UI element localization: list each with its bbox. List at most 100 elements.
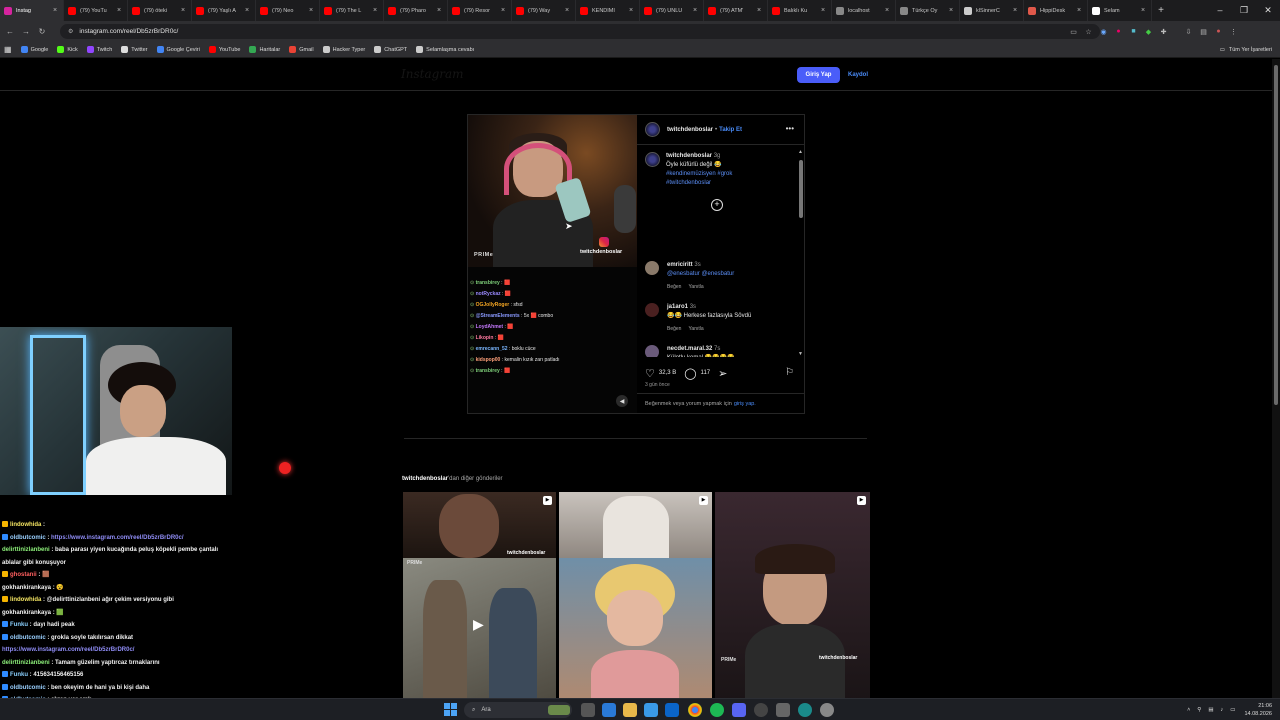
browser-tab[interactable]: (79) Neo ×	[256, 0, 320, 21]
comment-avatar[interactable]	[645, 303, 659, 317]
more-options-icon[interactable]: •••	[786, 124, 794, 133]
battery-icon[interactable]: ▭	[1230, 707, 1235, 713]
close-tab-icon[interactable]: ×	[435, 7, 443, 14]
spotify-icon[interactable]	[710, 703, 724, 717]
bookmark-icon[interactable]: ⚐	[785, 367, 794, 378]
caption-tags-2[interactable]: #twitchdenboslar	[666, 180, 711, 186]
taskbar-search[interactable]: ⌕ Ara	[464, 702, 572, 718]
grid-post[interactable]: ▶	[559, 492, 712, 558]
forward-icon[interactable]: →	[20, 27, 32, 36]
comment-icon[interactable]: ◯	[684, 367, 696, 380]
close-tab-icon[interactable]: ×	[627, 7, 635, 14]
windows-start-icon[interactable]	[444, 703, 458, 717]
more-posts-owner[interactable]: twitchdenboslar	[402, 476, 448, 482]
browser-tab[interactable]: klSinnerC ×	[960, 0, 1024, 21]
bookmark-item[interactable]: Twitch	[86, 46, 112, 53]
bookmark-item[interactable]: Selamlaşma cevabı	[416, 46, 474, 53]
menu-icon[interactable]: ⋮	[1226, 21, 1241, 42]
caption-username[interactable]: twitchdenboslar	[666, 153, 712, 159]
close-tab-icon[interactable]: ×	[179, 7, 187, 14]
mic-icon[interactable]: ⚲	[1197, 707, 1201, 713]
close-tab-icon[interactable]: ×	[947, 7, 955, 14]
bookmark-item[interactable]: YouTube	[208, 46, 240, 53]
play-icon[interactable]: ▶	[473, 616, 484, 633]
comment-username[interactable]: necdet.maral.32	[667, 346, 712, 352]
cast-icon[interactable]: ▭	[1066, 21, 1081, 42]
browser-tab[interactable]: Selam ×	[1088, 0, 1152, 21]
heart-icon[interactable]: ♡	[645, 367, 655, 380]
caption-tags[interactable]: #kendinemüzisyen #grok	[666, 171, 732, 177]
reel-video[interactable]: PRIMe twitchdenboslar ➤ ⊙ transbirey : 🟥…	[468, 115, 637, 413]
comment-like-button[interactable]: Beğen	[667, 326, 681, 332]
comment-username[interactable]: ja1aro1	[667, 304, 688, 310]
close-tab-icon[interactable]: ×	[499, 7, 507, 14]
close-tab-icon[interactable]: ×	[1075, 7, 1083, 14]
login-link[interactable]: giriş yap.	[734, 401, 756, 407]
close-tab-icon[interactable]: ×	[243, 7, 251, 14]
browser-tab[interactable]: HippiDesk ×	[1024, 0, 1088, 21]
comment-reply-button[interactable]: Yanıtla	[688, 284, 703, 290]
bookmark-item[interactable]: Kick	[57, 46, 78, 53]
follow-button[interactable]: Takip Et	[719, 127, 742, 133]
extension-icon[interactable]: ◆	[1141, 21, 1156, 42]
stream-chat-link[interactable]: https://www.instagram.com/reel/Db5zrBrDR…	[51, 535, 183, 541]
browser-tab[interactable]: Balıklı Ku ×	[768, 0, 832, 21]
browser-tab[interactable]: (79) Yaşlı A ×	[192, 0, 256, 21]
file-explorer-icon[interactable]	[623, 703, 637, 717]
puzzle-icon[interactable]: ✚	[1156, 21, 1171, 42]
minimize-icon[interactable]: –	[1208, 0, 1232, 21]
comment-like-button[interactable]: Beğen	[667, 284, 681, 290]
login-button[interactable]: Giriş Yap	[797, 67, 840, 83]
volume-icon[interactable]: ♪	[1221, 707, 1224, 713]
bookmark-item[interactable]: Twitter	[121, 46, 148, 53]
caption-avatar[interactable]	[645, 152, 660, 167]
all-bookmarks[interactable]: ▭ Tüm Yer İşaretleri	[1220, 42, 1272, 58]
apps-icon[interactable]: ▦	[4, 45, 12, 54]
close-tab-icon[interactable]: ×	[115, 7, 123, 14]
close-tab-icon[interactable]: ×	[755, 7, 763, 14]
page-scrollbar[interactable]	[1272, 59, 1280, 699]
discord-icon[interactable]	[732, 703, 746, 717]
scroll-down-icon[interactable]: ▼	[798, 351, 803, 357]
browser-tab[interactable]: localhost ×	[832, 0, 896, 21]
edge-icon[interactable]	[798, 703, 812, 717]
user-avatar[interactable]	[645, 122, 660, 137]
close-tab-icon[interactable]: ×	[563, 7, 571, 14]
download-icon[interactable]: ⇩	[1181, 21, 1196, 42]
site-info-icon[interactable]: ⚙	[68, 28, 73, 35]
browser-tab[interactable]: Instag ×	[0, 0, 64, 21]
instagram-logo[interactable]: Instagram	[401, 67, 464, 81]
browser-tab[interactable]: (79) Pharo ×	[384, 0, 448, 21]
bookmark-item[interactable]: ChatGPT	[374, 46, 407, 53]
close-tab-icon[interactable]: ×	[1011, 7, 1019, 14]
close-tab-icon[interactable]: ×	[307, 7, 315, 14]
video-frame[interactable]: PRIMe twitchdenboslar ➤	[468, 115, 637, 267]
chrome-icon[interactable]	[688, 703, 702, 717]
share-icon[interactable]: ➢	[718, 367, 727, 380]
bookmark-item[interactable]: Hacker Typer	[322, 46, 365, 53]
browser-tab[interactable]: (79) Resor ×	[448, 0, 512, 21]
extension-icon[interactable]: ●	[1111, 21, 1126, 42]
browser-tab[interactable]: (79) ÜNLÜ ×	[640, 0, 704, 21]
close-window-icon[interactable]: ✕	[1256, 0, 1280, 21]
comment-avatar[interactable]	[645, 261, 659, 275]
comments-scrollbar[interactable]: ▲ ▼	[798, 149, 803, 358]
comment-avatar[interactable]	[645, 345, 659, 357]
bookmark-star-icon[interactable]: ☆	[1081, 21, 1096, 42]
close-tab-icon[interactable]: ×	[371, 7, 379, 14]
extension-icon[interactable]: ◉	[1096, 21, 1111, 42]
network-icon[interactable]: ▤	[1208, 707, 1213, 713]
page-scroll-thumb[interactable]	[1274, 65, 1278, 405]
close-tab-icon[interactable]: ×	[819, 7, 827, 14]
close-tab-icon[interactable]: ×	[883, 7, 891, 14]
mail-icon[interactable]	[665, 703, 679, 717]
browser-tab[interactable]: Türkçe Oy ×	[896, 0, 960, 21]
close-tab-icon[interactable]: ×	[1139, 7, 1147, 14]
bookmark-item[interactable]: Google	[20, 46, 48, 53]
comment-username[interactable]: emriciritt	[667, 262, 693, 268]
close-tab-icon[interactable]: ×	[51, 7, 59, 14]
url-bar[interactable]: ⚙ instagram.com/reel/Db5zrBrDR0c/	[60, 24, 1100, 39]
close-tab-icon[interactable]: ×	[691, 7, 699, 14]
profile-avatar[interactable]: ●	[1211, 21, 1226, 42]
app-icon[interactable]	[776, 703, 790, 717]
